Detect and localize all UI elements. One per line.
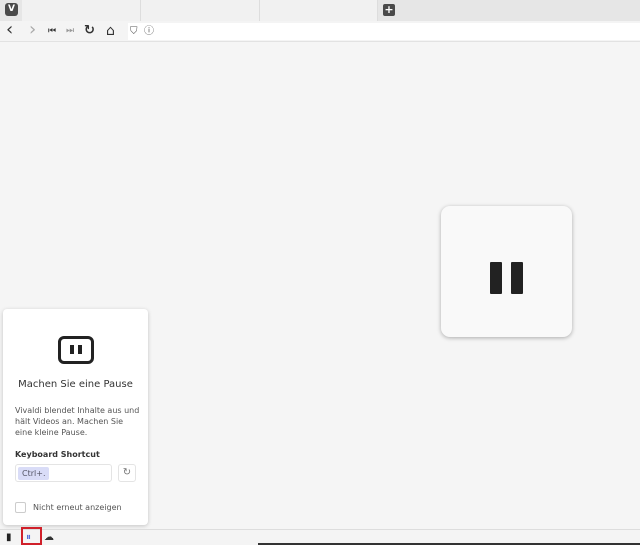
shield-icon[interactable]: ⛉ [130, 23, 138, 40]
fastforward-button[interactable]: ⏭ [66, 23, 74, 39]
dont-show-label[interactable]: Nicht erneut anzeigen [33, 502, 122, 513]
tab[interactable] [141, 0, 260, 21]
forward-button[interactable]: › [29, 21, 36, 39]
home-button[interactable]: ⌂ [106, 23, 115, 39]
info-icon[interactable]: ⓘ [144, 23, 154, 40]
popup-description: Vivaldi blendet Inhalte aus und hält Vid… [15, 406, 140, 437]
shortcut-label: Keyboard Shortcut [15, 450, 100, 459]
pause-icon [58, 336, 94, 364]
panel-toggle-icon[interactable]: ▮ [6, 532, 12, 544]
reload-button[interactable]: ↻ [84, 23, 95, 39]
pause-icon [490, 262, 502, 294]
break-mode-popup: Machen Sie eine Pause Vivaldi blendet In… [3, 309, 148, 525]
pause-icon [511, 262, 523, 294]
tab[interactable] [260, 0, 378, 21]
tab-bar: V + [0, 0, 640, 21]
shortcut-chip: Ctrl+. [18, 467, 50, 480]
cloud-sync-icon[interactable]: ☁ [44, 532, 54, 544]
vivaldi-menu-button[interactable]: V [5, 3, 18, 16]
highlight-box [21, 527, 42, 545]
shortcut-input[interactable]: Ctrl+. [15, 464, 112, 482]
reset-shortcut-button[interactable]: ↻ [118, 464, 136, 482]
rewind-button[interactable]: ⏮ [48, 23, 56, 39]
back-button[interactable]: ‹ [6, 21, 13, 39]
navigation-bar: ‹ › ⏮ ⏭ ↻ ⌂ ⛉ ⓘ [0, 21, 640, 42]
popup-title: Machen Sie eine Pause [18, 379, 133, 390]
tab[interactable] [22, 0, 141, 21]
address-bar[interactable]: ⛉ ⓘ [128, 23, 640, 40]
new-tab-button[interactable]: + [383, 4, 395, 16]
break-mode-pause-button[interactable] [441, 206, 572, 337]
dont-show-checkbox[interactable] [15, 502, 26, 513]
